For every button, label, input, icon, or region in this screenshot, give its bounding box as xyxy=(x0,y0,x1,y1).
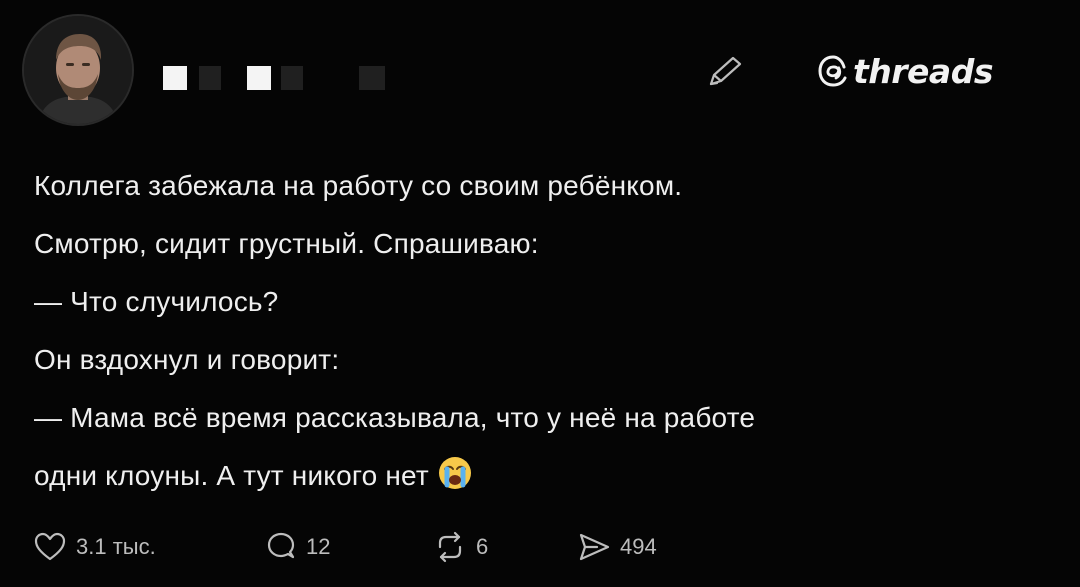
user-avatar[interactable] xyxy=(22,14,134,126)
pencil-icon[interactable] xyxy=(705,53,745,89)
post-line: — Что случилось? xyxy=(34,286,279,317)
redaction-block xyxy=(199,66,221,90)
threads-logo: threads xyxy=(817,49,993,93)
redaction-block xyxy=(281,66,303,90)
redaction-block xyxy=(359,66,385,90)
repost-count: 6 xyxy=(476,534,489,559)
redaction-block xyxy=(163,66,187,90)
post-line: — Мама всё время рассказывала, что у неё… xyxy=(34,402,756,433)
comment-icon xyxy=(267,532,295,559)
avatar-photo xyxy=(24,16,132,124)
post-text: Коллега забежала на работу со своим ребё… xyxy=(34,157,1064,505)
post-line-last: одни клоуны. А тут никого нет xyxy=(34,447,1064,505)
post-line: Он вздохнул и говорит: xyxy=(34,344,340,375)
crying-face-icon xyxy=(435,453,475,489)
post-line: Смотрю, сидит грустный. Спрашиваю: xyxy=(34,228,539,259)
send-icon xyxy=(579,533,610,561)
like-count: 3.1 тыс. xyxy=(76,534,156,559)
like-button[interactable]: 3.1 тыс. xyxy=(33,531,265,563)
threads-at-icon xyxy=(818,55,847,87)
reply-count: 12 xyxy=(306,534,331,559)
post-actions: 3.1 тыс. 12 6 494 xyxy=(33,527,657,567)
repost-icon xyxy=(438,531,462,563)
brand-name: threads xyxy=(853,51,993,91)
post-line: Коллега забежала на работу со своим ребё… xyxy=(34,170,683,201)
redaction-block xyxy=(247,66,271,90)
heart-icon xyxy=(34,532,66,561)
repost-button[interactable]: 6 xyxy=(433,531,577,563)
share-button[interactable]: 494 xyxy=(577,531,657,563)
share-count: 494 xyxy=(620,534,657,559)
reply-button[interactable]: 12 xyxy=(265,531,433,563)
post-line: одни клоуны. А тут никого нет xyxy=(34,460,429,491)
